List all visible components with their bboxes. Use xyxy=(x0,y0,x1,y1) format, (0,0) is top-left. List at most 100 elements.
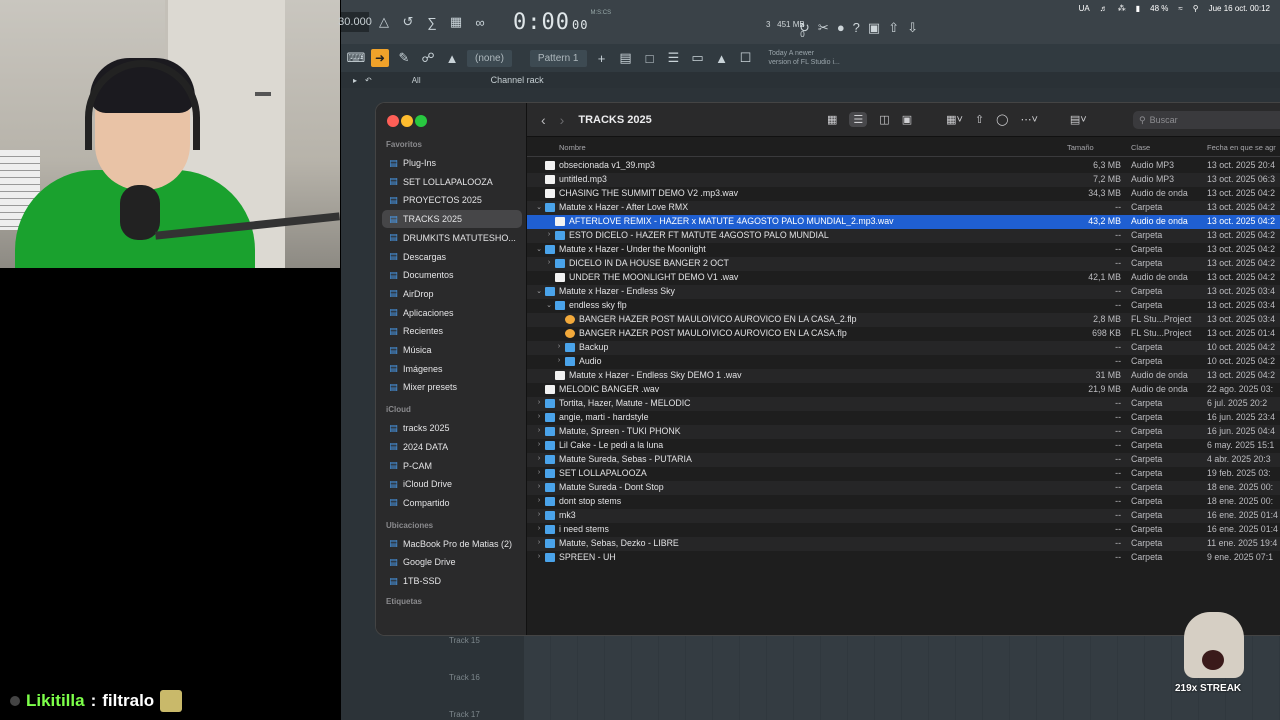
forward-icon[interactable]: › xyxy=(560,112,565,128)
disclosure-closed-icon[interactable]: › xyxy=(535,539,543,546)
search-menubar-icon[interactable]: ⚲ xyxy=(1193,4,1199,13)
disclosure-open-icon[interactable]: ⌄ xyxy=(545,301,553,309)
list-view-icon[interactable]: ☰ xyxy=(849,112,868,127)
channel-rack-undo-icon[interactable]: ↶ xyxy=(365,76,372,85)
upload-icon[interactable]: ⇧ xyxy=(888,20,899,36)
disclosure-closed-icon[interactable]: › xyxy=(555,343,563,350)
sidebar-item[interactable]: ▤ Descargas xyxy=(382,248,522,266)
wait-record-icon[interactable]: ↺ xyxy=(399,13,417,31)
playlist-icon[interactable]: ▤ xyxy=(617,49,635,67)
file-row[interactable]: › Audio -- Carpeta 10 oct. 2025 04:2 xyxy=(527,355,1280,369)
sidebar-item[interactable]: ▤ P-CAM xyxy=(382,457,522,475)
file-row[interactable]: › angie, marti - hardstyle -- Carpeta 16 jun… xyxy=(527,411,1280,425)
back-icon[interactable]: ‹ xyxy=(541,112,546,128)
mic-icon[interactable]: ● xyxy=(837,20,845,36)
disclosure-closed-icon[interactable]: › xyxy=(535,483,543,490)
disclosure-open-icon[interactable]: ⌄ xyxy=(535,287,543,295)
stamp-icon[interactable]: ▲ xyxy=(443,49,461,67)
file-row[interactable]: BANGER HAZER POST MAULOIVICO AUROVICO EN… xyxy=(527,327,1280,341)
disclosure-closed-icon[interactable]: › xyxy=(535,553,543,560)
metronome-icon[interactable]: △ xyxy=(375,13,393,31)
track-label[interactable]: Track 15 xyxy=(449,636,480,673)
menubar-datetime[interactable]: Jue 16 oct. 00:12 xyxy=(1209,4,1270,13)
file-row[interactable]: › ESTO DICELO - HAZER FT MATUTE 4AGOSTO P… xyxy=(527,229,1280,243)
wifi-icon[interactable]: ≈ xyxy=(1178,4,1182,13)
disclosure-closed-icon[interactable]: › xyxy=(545,231,553,238)
disclosure-open-icon[interactable]: ⌄ xyxy=(535,245,543,253)
sidebar-item[interactable]: ▤ DRUMKITS MATUTESHO... xyxy=(382,229,522,247)
add-pattern-icon[interactable]: + xyxy=(593,49,611,67)
playlist-grid[interactable] xyxy=(524,630,1280,720)
close-window-icon[interactable] xyxy=(387,115,399,127)
cut-icon[interactable]: ✂ xyxy=(818,20,829,36)
file-row[interactable]: › DICELO IN DA HOUSE BANGER 2 OCT -- Carpet… xyxy=(527,257,1280,271)
file-row[interactable]: › Tortita, Hazer, Matute - MELODIC -- Carpe… xyxy=(527,397,1280,411)
news-panel[interactable]: Today A newer version of FL Studio i... xyxy=(769,49,840,67)
file-row[interactable]: MELODIC BANGER .wav 21,9 MB Audio de onda 2… xyxy=(527,383,1280,397)
disclosure-open-icon[interactable]: ⌄ xyxy=(535,203,543,211)
disclosure-closed-icon[interactable]: › xyxy=(535,399,543,406)
link-icon[interactable]: ☍ xyxy=(419,49,437,67)
countdown-icon[interactable]: ∑ xyxy=(423,13,441,31)
sidebar-item[interactable]: ▤ SET LOLLAPALOOZA xyxy=(382,173,522,191)
disclosure-closed-icon[interactable]: › xyxy=(535,427,543,434)
pattern-selector[interactable]: Pattern 1 xyxy=(529,49,587,67)
sidebar-item[interactable]: ▤ 2024 DATA xyxy=(382,438,522,456)
zoom-window-icon[interactable] xyxy=(415,115,427,127)
column-name[interactable]: Nombre xyxy=(559,143,586,152)
gallery-view-icon[interactable]: ▣ xyxy=(902,113,912,126)
file-row[interactable]: › Backup -- Carpeta 10 oct. 2025 04:2 xyxy=(527,341,1280,355)
loop-record-icon[interactable]: ∞ xyxy=(471,13,489,31)
file-row[interactable]: › SPREEN - UH -- Carpeta 9 ene. 2025 07:1 xyxy=(527,551,1280,565)
sidebar-item[interactable]: ▤ tracks 2025 xyxy=(382,419,522,437)
menubar-locale[interactable]: UA xyxy=(1079,4,1090,13)
download-icon[interactable]: ⇩ xyxy=(907,20,918,36)
sidebar-item[interactable]: ▤ Google Drive xyxy=(382,553,522,571)
sidebar-item[interactable]: ▤ Aplicaciones xyxy=(382,304,522,322)
file-row[interactable]: › dont stop stems -- Carpeta 18 ene. 2025 00… xyxy=(527,495,1280,509)
disclosure-closed-icon[interactable]: › xyxy=(545,259,553,266)
file-row[interactable]: untitled.mp3 7,2 MB Audio MP3 13 oct. 2025 … xyxy=(527,173,1280,187)
browser-icon[interactable]: ▭ xyxy=(689,49,707,67)
sidebar-item[interactable]: ▤ 1TB-SSD xyxy=(382,572,522,590)
file-row[interactable]: ⌄ endless sky flp -- Carpeta 13 oct. 2025 03… xyxy=(527,299,1280,313)
file-row[interactable]: UNDER THE MOONLIGHT DEMO V1 .wav 42,1 MB A… xyxy=(527,271,1280,285)
sidebar-item[interactable]: ▤ Documentos xyxy=(382,266,522,284)
file-row[interactable]: › Matute, Spreen - TUKI PHONK -- Carpeta 16 … xyxy=(527,425,1280,439)
track-label[interactable]: Track 17 xyxy=(449,710,480,720)
column-date[interactable]: Fecha en que se agr xyxy=(1207,143,1276,152)
disclosure-closed-icon[interactable]: › xyxy=(535,525,543,532)
more-actions-icon[interactable]: ⋯˅ xyxy=(1020,113,1037,126)
sidebar-item[interactable]: ▤ Compartido xyxy=(382,494,522,512)
file-row[interactable]: obsecionada v1_39.mp3 6,3 MB Audio MP3 13 o… xyxy=(527,159,1280,173)
battery-icon[interactable]: ▮ xyxy=(1136,4,1140,13)
channel-rack-menu-icon[interactable]: ▸ xyxy=(353,76,357,85)
column-kind[interactable]: Clase xyxy=(1131,143,1150,152)
sidebar-item[interactable]: ▤ PROYECTOS 2025 xyxy=(382,191,522,209)
sidebar-item[interactable]: ▤ Mixer presets xyxy=(382,378,522,396)
tag-icon[interactable]: ◯ xyxy=(996,113,1008,126)
channel-filter[interactable]: All xyxy=(412,76,421,85)
file-row[interactable]: ⌄ Matute x Hazer - Endless Sky -- Carpeta 13… xyxy=(527,285,1280,299)
sidebar-item[interactable]: ▤ MacBook Pro de Matias (2) xyxy=(382,535,522,553)
arrow-tool-icon[interactable]: ➜ xyxy=(371,49,389,67)
file-row[interactable]: Matute x Hazer - Endless Sky DEMO 1 .wav… xyxy=(527,369,1280,383)
sidebar-item[interactable]: ▤ AirDrop xyxy=(382,285,522,303)
file-row[interactable]: › Matute, Sebas, Dezko - LIBRE -- Carpeta 11… xyxy=(527,537,1280,551)
pencil-icon[interactable]: ✎ xyxy=(395,49,413,67)
minimize-window-icon[interactable] xyxy=(401,115,413,127)
file-row[interactable]: › mk3 -- Carpeta 16 ene. 2025 01:4 xyxy=(527,509,1280,523)
volume-icon[interactable]: ♬ xyxy=(1100,4,1108,13)
keyboard-typing-icon[interactable]: ⌨ xyxy=(347,49,366,67)
bluetooth-icon[interactable]: ⁂ xyxy=(1118,4,1126,13)
sidebar-item[interactable]: ▤ Plug-Ins xyxy=(382,154,522,172)
file-row[interactable]: BANGER HAZER POST MAULOIVICO AUROVICO EN… xyxy=(527,313,1280,327)
channel-target-select[interactable]: (none) xyxy=(467,49,512,67)
group-icon[interactable]: ▦˅ xyxy=(946,113,963,126)
sidebar-item[interactable]: ▤ iCloud Drive xyxy=(382,475,522,493)
sidebar-item[interactable]: ▤ Música xyxy=(382,341,522,359)
file-row[interactable]: ⌄ Matute x Hazer - Under the Moonlight -- C… xyxy=(527,243,1280,257)
help-icon[interactable]: ? xyxy=(853,20,860,36)
mixer-icon[interactable]: ☰ xyxy=(665,49,683,67)
plugin-icon[interactable]: ▲ xyxy=(713,49,731,67)
